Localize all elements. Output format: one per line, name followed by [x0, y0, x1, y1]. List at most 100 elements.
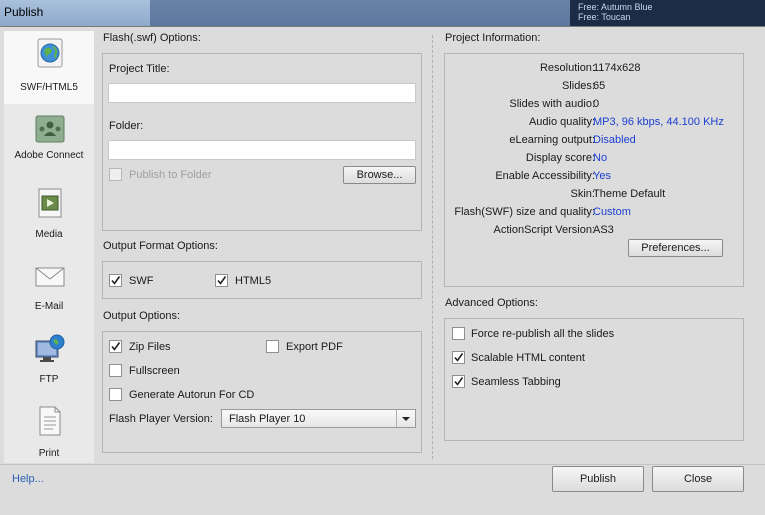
audio-quality-link[interactable]: MP3, 96 kbps, 44.100 KHz	[593, 116, 724, 128]
chevron-down-icon	[396, 410, 415, 427]
browse-button[interactable]: Browse...	[343, 166, 416, 184]
seamless-tabbing-label: Seamless Tabbing	[471, 376, 561, 388]
sidebar-item-media[interactable]: Media	[4, 177, 94, 250]
flash-player-version-value: Flash Player 10	[229, 413, 306, 425]
check-icon	[111, 276, 121, 285]
publish-button[interactable]: Publish	[552, 466, 644, 492]
help-link[interactable]: Help...	[12, 473, 44, 485]
output-format-title: Output Format Options:	[103, 240, 218, 252]
seamless-tabbing-checkbox[interactable]	[452, 375, 465, 388]
sidebar-item-label: SWF/HTML5	[20, 82, 78, 93]
flash-options-group: Project Title: Folder: Publish to Folder…	[102, 53, 422, 231]
info-key: Display score:	[525, 152, 595, 164]
swf-checkbox[interactable]	[109, 274, 122, 287]
swf-label: SWF	[129, 275, 154, 287]
check-icon	[454, 377, 464, 386]
background-window	[150, 0, 570, 26]
envelope-icon	[35, 260, 65, 292]
output-options-title: Output Options:	[103, 310, 181, 322]
title-bar: Free: Autumn Blue Free: Toucan Publish	[0, 0, 765, 26]
sidebar-item-print[interactable]: Print	[4, 396, 94, 469]
project-title-input[interactable]	[108, 83, 416, 103]
info-value: 0	[593, 98, 600, 110]
info-key: Slides with audio:	[509, 98, 595, 110]
info-row-elearning: eLearning output: Disabled	[445, 134, 745, 152]
export-pdf-checkbox[interactable]	[266, 340, 279, 353]
folder-label: Folder:	[109, 120, 144, 132]
project-title-label: Project Title:	[109, 63, 170, 75]
window-title: Publish	[4, 5, 44, 19]
export-pdf-label: Export PDF	[286, 341, 343, 353]
info-row-audio-quality: Audio quality: MP3, 96 kbps, 44.100 KHz	[445, 116, 745, 134]
publish-dialog: SWF/HTML5 Adobe Connect Media E-Mail FTP…	[0, 26, 765, 515]
sidebar: SWF/HTML5 Adobe Connect Media E-Mail FTP…	[4, 31, 94, 463]
computer-globe-icon	[35, 333, 65, 365]
info-key: Audio quality:	[528, 116, 595, 128]
panel-divider	[432, 35, 434, 459]
scalable-html-label: Scalable HTML content	[471, 352, 585, 364]
force-republish-checkbox[interactable]	[452, 327, 465, 340]
sidebar-item-label: Media	[35, 229, 63, 240]
info-key: Flash(SWF) size and quality:	[454, 206, 595, 218]
info-row-swf-quality: Flash(SWF) size and quality: Custom	[445, 206, 745, 224]
output-options-group: Zip Files Export PDF Fullscreen Generate…	[102, 331, 422, 453]
fullscreen-checkbox[interactable]	[109, 364, 122, 377]
info-row-display-score: Display score: No	[445, 152, 745, 170]
flash-player-version-label: Flash Player Version:	[109, 413, 213, 425]
display-score-link[interactable]: No	[593, 152, 607, 164]
info-value: 1174x628	[593, 62, 641, 74]
film-document-icon	[35, 187, 65, 219]
info-row-slides: Slides: 65	[445, 80, 745, 98]
flash-player-version-select[interactable]: Flash Player 10	[221, 409, 416, 428]
project-info-title: Project Information:	[445, 32, 541, 44]
html5-label: HTML5	[235, 275, 272, 287]
info-key: Slides:	[561, 80, 595, 92]
sidebar-item-label: FTP	[39, 374, 59, 385]
info-key: ActionScript Version:	[493, 224, 596, 236]
sidebar-item-label: Print	[38, 448, 60, 459]
advanced-options-title: Advanced Options:	[445, 297, 538, 309]
sidebar-item-ftp[interactable]: FTP	[4, 323, 94, 396]
info-key: Enable Accessibility:	[495, 170, 595, 182]
close-button[interactable]: Close	[652, 466, 744, 492]
info-row-resolution: Resolution: 1174x628	[445, 62, 745, 80]
sidebar-item-swf-html5[interactable]: SWF/HTML5	[4, 31, 94, 104]
html5-checkbox[interactable]	[215, 274, 228, 287]
globe-document-icon	[35, 37, 65, 69]
autorun-label: Generate Autorun For CD	[129, 389, 255, 401]
check-icon	[454, 353, 464, 362]
sidebar-item-email[interactable]: E-Mail	[4, 250, 94, 323]
background-text: Free: Toucan	[578, 12, 631, 22]
sidebar-item-adobe-connect[interactable]: Adobe Connect	[4, 104, 94, 177]
flash-options-title: Flash(.swf) Options:	[103, 32, 201, 44]
zip-files-checkbox[interactable]	[109, 340, 122, 353]
check-icon	[111, 342, 121, 351]
info-key: Resolution:	[539, 62, 595, 74]
background-text: Free: Autumn Blue	[578, 2, 653, 12]
info-row-accessibility: Enable Accessibility: Yes	[445, 170, 745, 188]
sidebar-item-label: Adobe Connect	[14, 150, 84, 161]
project-info-group: Resolution: 1174x628 Slides: 65 Slides w…	[444, 53, 744, 287]
elearning-output-link[interactable]: Disabled	[593, 134, 636, 146]
swf-size-quality-link[interactable]: Custom	[593, 206, 631, 218]
scalable-html-checkbox[interactable]	[452, 351, 465, 364]
enable-accessibility-link[interactable]: Yes	[593, 170, 611, 182]
output-format-group: SWF HTML5	[102, 261, 422, 299]
force-republish-label: Force re-publish all the slides	[471, 328, 615, 340]
preferences-button[interactable]: Preferences...	[628, 239, 723, 257]
info-value: Theme Default	[593, 188, 666, 200]
autorun-checkbox[interactable]	[109, 388, 122, 401]
publish-to-folder-label: Publish to Folder	[129, 169, 212, 181]
check-icon	[217, 276, 227, 285]
footer-divider	[0, 464, 765, 465]
info-row-skin: Skin: Theme Default	[445, 188, 745, 206]
info-key: eLearning output:	[509, 134, 595, 146]
info-value: AS3	[593, 224, 614, 236]
advanced-options-group: Force re-publish all the slides Scalable…	[444, 318, 744, 441]
document-icon	[35, 405, 65, 437]
publish-to-folder-checkbox[interactable]	[109, 168, 122, 181]
folder-input[interactable]	[108, 140, 416, 160]
zip-files-label: Zip Files	[129, 341, 171, 353]
sidebar-item-label: E-Mail	[34, 301, 64, 312]
fullscreen-label: Fullscreen	[129, 365, 180, 377]
